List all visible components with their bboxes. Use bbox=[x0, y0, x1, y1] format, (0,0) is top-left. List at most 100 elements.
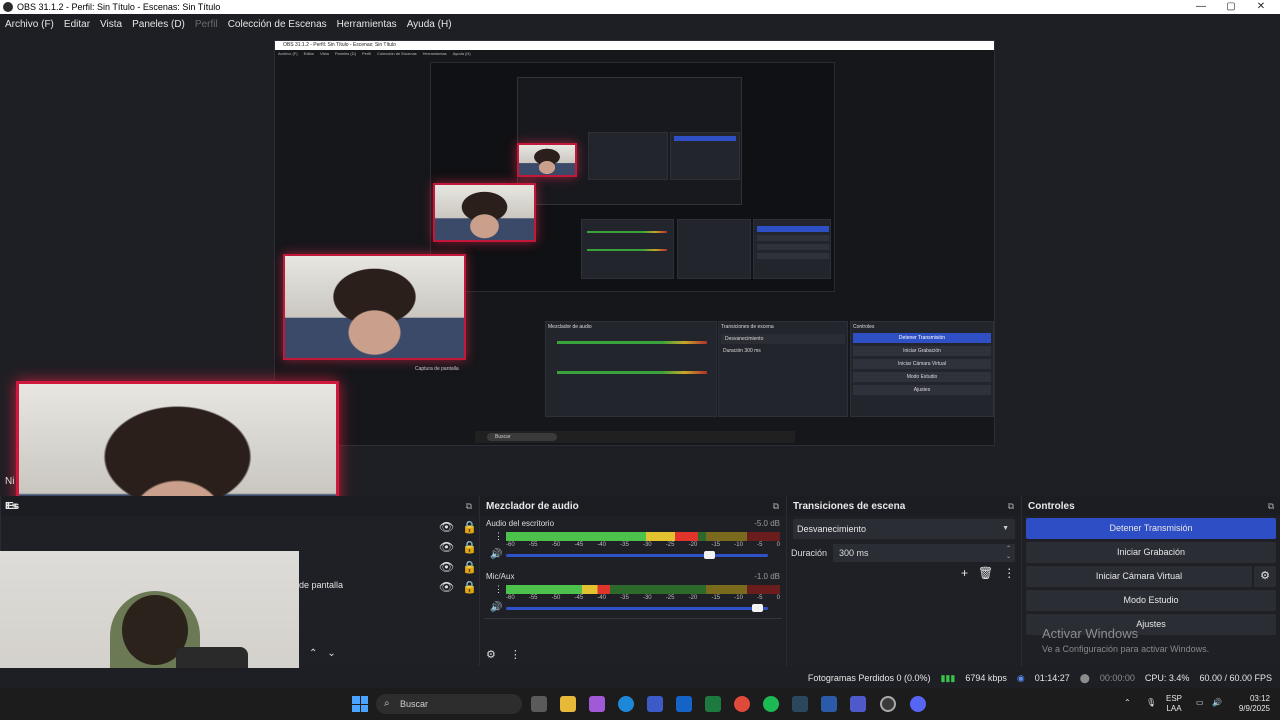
nested-stop-button: Detener Transmisión bbox=[853, 333, 991, 343]
maximize-button[interactable]: ▢ bbox=[1216, 0, 1246, 14]
menu-paneles[interactable]: Paneles (D) bbox=[132, 19, 185, 30]
undock-icon[interactable]: ⧉ bbox=[1268, 501, 1274, 512]
taskbar-search[interactable]: ⌕ Buscar bbox=[376, 694, 522, 714]
menu-ayuda[interactable]: Ayuda (H) bbox=[407, 19, 452, 30]
nested-taskbar: Buscar bbox=[475, 431, 795, 443]
word-icon[interactable] bbox=[821, 696, 837, 712]
mixer-menu-icon[interactable]: ⋮ bbox=[510, 648, 521, 661]
clock[interactable]: 03:12 9/9/2025 bbox=[1230, 694, 1270, 714]
speaker-icon[interactable]: 🔊 bbox=[490, 602, 502, 613]
channel-menu-icon[interactable]: ⋮ bbox=[494, 531, 503, 542]
start-virtual-cam-button[interactable]: Iniciar Cámara Virtual bbox=[1026, 566, 1252, 587]
source-row-4[interactable]: 👁 🔒 bbox=[439, 580, 477, 594]
stop-stream-button[interactable]: Detener Transmisión bbox=[1026, 518, 1276, 539]
menu-herramientas[interactable]: Herramientas bbox=[337, 19, 397, 30]
store-icon[interactable] bbox=[647, 696, 663, 712]
nested-menu-item: Ayuda (H) bbox=[452, 51, 471, 56]
eye-icon[interactable]: 👁 bbox=[439, 540, 454, 554]
menu-bar: Archivo (F) Editar Vista Paneles (D) Per… bbox=[0, 14, 1280, 34]
outlook-icon[interactable] bbox=[676, 696, 692, 712]
copilot-icon[interactable] bbox=[589, 696, 605, 712]
volume-knob[interactable] bbox=[751, 604, 763, 612]
trash-icon[interactable]: 🗑 bbox=[978, 566, 993, 580]
undock-icon[interactable]: ⧉ bbox=[1008, 501, 1014, 512]
meter-tick-label: -5 bbox=[757, 542, 763, 548]
add-icon[interactable]: + bbox=[961, 566, 968, 580]
source-row-3[interactable]: 👁 🔒 bbox=[439, 560, 477, 574]
menu-archivo[interactable]: Archivo (F) bbox=[5, 19, 54, 30]
mixer-channel-desktop: Audio del escritorio -5.0 dB ⋮ -60 -55 -50… bbox=[486, 519, 782, 560]
nested-transitions-dock: Transiciones de escena Desvanecimiento D… bbox=[718, 321, 848, 417]
undock-icon[interactable]: ⧉ bbox=[466, 501, 472, 512]
bitrate: 6794 kbps bbox=[965, 673, 1007, 683]
menu-icon[interactable]: ⋮ bbox=[1003, 566, 1015, 580]
volume-slider[interactable] bbox=[506, 604, 768, 612]
tray-chevron-icon[interactable]: ⌃ bbox=[1124, 698, 1131, 708]
close-button[interactable]: ✕ bbox=[1246, 0, 1276, 14]
menu-editar[interactable]: Editar bbox=[64, 19, 90, 30]
duration-field[interactable]: 300 ms ⌃ ⌄ bbox=[833, 544, 1015, 562]
cpu-usage: CPU: 3.4% bbox=[1144, 673, 1190, 683]
obs-taskbar-icon[interactable] bbox=[880, 696, 896, 712]
eye-icon[interactable]: 👁 bbox=[439, 560, 454, 574]
nested-mixer bbox=[588, 132, 668, 180]
nested-menu-item: Vista bbox=[320, 51, 329, 56]
eye-icon[interactable]: 👁 bbox=[439, 520, 454, 534]
meter-tick-label: -20 bbox=[688, 542, 698, 548]
lock-icon[interactable]: 🔒 bbox=[462, 560, 477, 574]
network-icon[interactable]: ▭ bbox=[1196, 698, 1204, 708]
move-down-icon[interactable]: ⌄ bbox=[327, 648, 335, 659]
start-tile bbox=[360, 704, 368, 712]
nested-button bbox=[757, 253, 829, 259]
menu-coleccion[interactable]: Colección de Escenas bbox=[228, 19, 327, 30]
start-recording-button[interactable]: Iniciar Grabación bbox=[1026, 542, 1276, 563]
lock-icon[interactable]: 🔒 bbox=[462, 540, 477, 554]
speaker-icon[interactable]: 🔊 bbox=[490, 549, 502, 560]
level-fill bbox=[506, 532, 698, 541]
spotify-icon[interactable] bbox=[763, 696, 779, 712]
studio-mode-button[interactable]: Modo Estudio bbox=[1026, 590, 1276, 611]
volume-icon[interactable]: 🔊 bbox=[1212, 698, 1222, 708]
webcam-overlay-small bbox=[433, 183, 536, 242]
lock-icon[interactable]: 🔒 bbox=[462, 580, 477, 594]
menu-vista[interactable]: Vista bbox=[100, 19, 122, 30]
spin-up-icon[interactable]: ⌃ bbox=[1006, 545, 1011, 553]
task-view-icon[interactable] bbox=[531, 696, 547, 712]
transitions-title: Transiciones de escena bbox=[793, 500, 906, 512]
meter-tick-label: -15 bbox=[711, 542, 721, 548]
source-row-1[interactable]: 👁 🔒 bbox=[439, 520, 477, 534]
source-name[interactable]: de pantalla bbox=[299, 580, 343, 590]
sources-header: Es ⧉ bbox=[1, 496, 478, 516]
gear-icon[interactable]: ⚙ bbox=[1254, 566, 1276, 587]
undock-icon[interactable]: ⧉ bbox=[773, 501, 779, 512]
advanced-audio-icon[interactable]: ⚙ bbox=[486, 648, 496, 661]
minimize-button[interactable]: — bbox=[1186, 0, 1216, 14]
move-up-icon[interactable]: ⌃ bbox=[309, 648, 317, 659]
channel-menu-icon[interactable]: ⋮ bbox=[494, 584, 503, 595]
teams-icon[interactable] bbox=[850, 696, 866, 712]
nested-controls-title: Controles bbox=[853, 324, 875, 330]
webcam-image bbox=[285, 256, 464, 358]
edge-icon[interactable] bbox=[618, 696, 634, 712]
excel-icon[interactable] bbox=[705, 696, 721, 712]
transitions-dock: Transiciones de escena ⧉ Desvanecimiento… bbox=[786, 496, 1020, 666]
volume-slider[interactable] bbox=[506, 551, 768, 559]
discord-icon[interactable] bbox=[910, 696, 926, 712]
transition-select[interactable]: Desvanecimiento ▼ bbox=[793, 519, 1015, 539]
volume-knob[interactable] bbox=[704, 551, 716, 559]
search-icon: ⌕ bbox=[384, 698, 390, 709]
menu-perfil[interactable]: Perfil bbox=[195, 19, 218, 30]
windows-start-icon[interactable] bbox=[352, 696, 368, 712]
microphone-icon[interactable]: 🎙 bbox=[1146, 698, 1156, 708]
source-row-2[interactable]: 👁 🔒 bbox=[439, 540, 477, 554]
eye-icon[interactable]: 👁 bbox=[439, 580, 454, 594]
chrome-icon[interactable] bbox=[734, 696, 750, 712]
controls-header: Controles ⧉ bbox=[1022, 496, 1280, 516]
file-explorer-icon[interactable] bbox=[560, 696, 576, 712]
language-indicator[interactable]: ESP LAA bbox=[1166, 694, 1182, 714]
steam-icon[interactable] bbox=[792, 696, 808, 712]
divider bbox=[484, 618, 782, 619]
lock-icon[interactable]: 🔒 bbox=[462, 520, 477, 534]
spin-down-icon[interactable]: ⌄ bbox=[1006, 553, 1011, 561]
meter-ticks: -60 -55 -50 -45 -40 -35 -30 -25 -20 -15 -10 -5 0 bbox=[506, 542, 780, 548]
